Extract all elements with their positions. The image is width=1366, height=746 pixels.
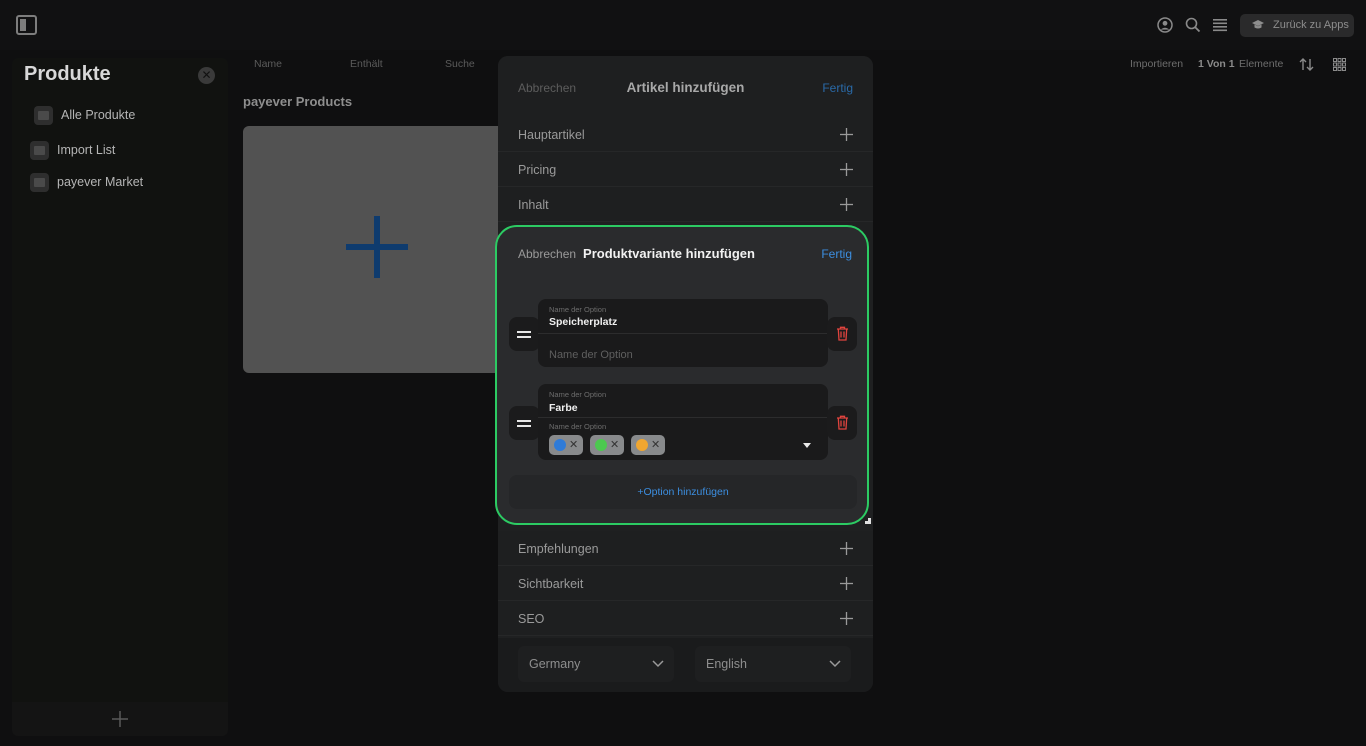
option-values-input[interactable]: Name der Option [549, 349, 633, 361]
option-name-caption: Name der Option [549, 390, 607, 399]
plus-icon [840, 612, 853, 625]
back-to-apps-button[interactable]: Zurück zu Apps [1240, 14, 1354, 37]
color-chip[interactable]: ✕ [549, 435, 583, 455]
remove-chip-icon[interactable]: ✕ [569, 438, 578, 451]
section-title: payever Products [243, 94, 353, 109]
option-card: Name der Option Farbe Name der Option ✕ … [538, 384, 828, 460]
chevron-down-icon [829, 660, 841, 668]
plus-icon [840, 163, 853, 176]
color-swatch [595, 439, 607, 451]
plus-icon [346, 216, 408, 278]
page-indicator: 1 Von 1 [1198, 58, 1235, 70]
drag-handle-icon[interactable] [509, 406, 540, 440]
sort-icon[interactable] [1299, 57, 1314, 72]
divider [538, 333, 828, 334]
sidebar-item-label: Alle Produkte [61, 108, 136, 122]
section-label: Sichtbarkeit [518, 577, 584, 591]
section-content[interactable]: Inhalt [498, 187, 873, 222]
profile-icon[interactable] [1157, 17, 1173, 33]
sidebar-item-label: Import List [57, 143, 116, 157]
add-product-variant-panel: Abbrechen Produktvariante hinzufügen Fer… [495, 225, 869, 525]
section-main-article[interactable]: Hauptartikel [498, 117, 873, 152]
sidebar-item-all-products[interactable]: Alle Produkte [34, 104, 135, 126]
section-label: Hauptartikel [518, 128, 585, 142]
done-button[interactable]: Fertig [822, 81, 853, 95]
section-label: Pricing [518, 163, 557, 177]
sidebar-footer [12, 702, 228, 736]
color-chip[interactable]: ✕ [590, 435, 624, 455]
modal-title: Artikel hinzufügen [626, 80, 745, 95]
sidebar: Produkte ✕ Alle Produkte Import List pay… [12, 58, 228, 736]
option-name-caption: Name der Option [549, 305, 607, 314]
variant-title: Produktvariante hinzufügen [583, 246, 755, 261]
column-name-filter[interactable]: Name [254, 58, 282, 70]
section-label: SEO [518, 612, 545, 626]
close-icon[interactable]: ✕ [198, 67, 215, 84]
menu-icon[interactable] [1212, 17, 1228, 33]
option-name-input[interactable]: Speicherplatz [549, 316, 617, 328]
remove-chip-icon[interactable]: ✕ [610, 438, 619, 451]
sidebar-item-label: payever Market [57, 175, 144, 189]
contains-filter[interactable]: Enthält [350, 58, 383, 70]
import-button[interactable]: Importieren [1130, 58, 1183, 70]
variant-done-button[interactable]: Fertig [821, 247, 852, 261]
sidebar-item-payever-market[interactable]: payever Market [30, 171, 143, 193]
country-value: Germany [529, 657, 581, 671]
option-values-caption: Name der Option [549, 422, 607, 431]
folder-icon [30, 140, 49, 160]
folder-icon [30, 172, 49, 192]
sidebar-title: Produkte [24, 63, 111, 85]
add-product-card[interactable] [243, 126, 509, 373]
resize-handle-icon[interactable] [865, 518, 871, 524]
plus-icon [840, 542, 853, 555]
option-card: Name der Option Speicherplatz Name der O… [538, 299, 828, 367]
search-icon[interactable] [1185, 17, 1201, 33]
section-label: Empfehlungen [518, 542, 599, 556]
top-bar: Zurück zu Apps [0, 0, 1366, 50]
language-value: English [706, 657, 747, 671]
section-recommendations[interactable]: Empfehlungen [498, 531, 873, 566]
modal-header: Abbrechen Artikel hinzufügen Fertig [498, 56, 873, 118]
delete-option-button[interactable] [827, 317, 857, 351]
country-select[interactable]: Germany [518, 646, 674, 682]
back-to-apps-label: Zurück zu Apps [1273, 19, 1349, 31]
grid-view-icon[interactable] [1333, 58, 1346, 71]
elements-label: Elemente [1239, 58, 1284, 70]
dropdown-arrow-icon[interactable] [803, 443, 811, 448]
plus-icon [840, 577, 853, 590]
section-seo[interactable]: SEO [498, 601, 873, 636]
search-input[interactable]: Suche [445, 58, 475, 70]
color-swatch [554, 439, 566, 451]
option-values-field[interactable]: Name der Option ✕ ✕ ✕ [538, 418, 828, 460]
section-visibility[interactable]: Sichtbarkeit [498, 566, 873, 601]
graduation-cap-icon [1252, 20, 1264, 29]
language-select[interactable]: English [695, 646, 851, 682]
folder-icon [34, 105, 53, 125]
section-label: Inhalt [518, 198, 549, 212]
sidebar-item-import-list[interactable]: Import List [30, 139, 115, 161]
remove-chip-icon[interactable]: ✕ [651, 438, 660, 451]
option-name-input[interactable]: Farbe [549, 402, 578, 414]
drag-handle-icon[interactable] [509, 317, 540, 351]
trash-icon [837, 415, 848, 430]
sidebar-toggle-icon[interactable] [16, 15, 37, 35]
trash-icon [837, 326, 848, 341]
delete-option-button[interactable] [827, 406, 857, 440]
add-option-button[interactable]: +Option hinzufügen [509, 475, 857, 509]
color-swatch [636, 439, 648, 451]
chevron-down-icon [652, 660, 664, 668]
plus-icon [840, 198, 853, 211]
add-folder-icon[interactable] [112, 711, 128, 727]
color-chip[interactable]: ✕ [631, 435, 665, 455]
modal-footer: Germany English [498, 638, 873, 692]
section-pricing[interactable]: Pricing [498, 152, 873, 187]
plus-icon [840, 128, 853, 141]
